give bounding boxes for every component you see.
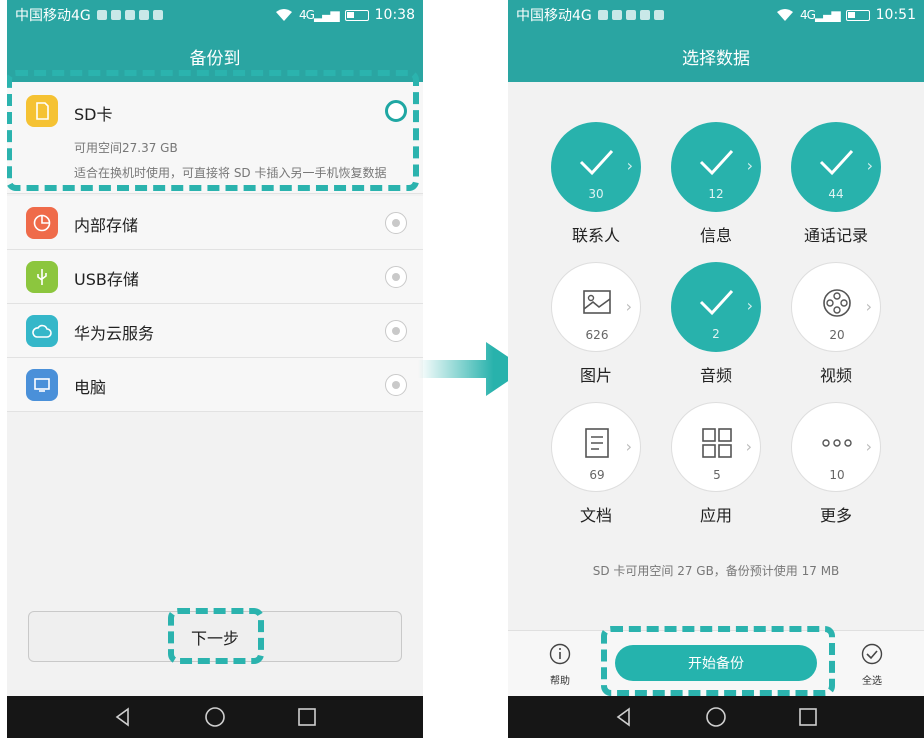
- wifi-icon: [276, 9, 293, 21]
- item-toggle[interactable]: › 69: [551, 402, 641, 492]
- back-icon[interactable]: [614, 707, 634, 727]
- item-toggle[interactable]: › 44: [791, 122, 881, 212]
- info-icon: [549, 643, 571, 665]
- radio-unselected[interactable]: [385, 266, 407, 288]
- option-computer[interactable]: 电脑: [7, 358, 423, 412]
- item-count: 20: [829, 328, 845, 342]
- select-all-label: 全选: [862, 676, 882, 687]
- radio-unselected[interactable]: [385, 320, 407, 342]
- option-label: USB存储: [74, 270, 139, 289]
- cloud-icon: [26, 315, 58, 347]
- item-label: 联系人: [571, 226, 620, 245]
- item-count: 2: [712, 327, 720, 341]
- help-button[interactable]: 帮助: [530, 643, 590, 687]
- recents-icon[interactable]: [798, 707, 818, 727]
- home-icon[interactable]: [204, 706, 226, 728]
- signal-icon: 4G▂▄▆: [299, 8, 340, 22]
- back-icon[interactable]: [113, 707, 133, 727]
- check-circle-icon: [861, 643, 883, 665]
- chevron-right-icon: ›: [865, 437, 872, 456]
- item-toggle[interactable]: › 2: [671, 262, 761, 352]
- clock: 10:51: [875, 7, 916, 23]
- highlight-start-backup: [601, 626, 835, 696]
- notification-icons: [96, 10, 163, 20]
- monitor-icon: [26, 369, 58, 401]
- item-label: 图片: [579, 366, 612, 385]
- recents-icon[interactable]: [297, 707, 317, 727]
- item-label: 文档: [579, 506, 612, 525]
- item-label: 应用: [699, 506, 732, 525]
- select-all-button[interactable]: 全选: [842, 643, 902, 687]
- more-dots-icon: [822, 439, 852, 447]
- check-icon: [579, 149, 614, 176]
- carrier-label: 中国移动4G: [516, 8, 592, 24]
- backup-destination-screen: 中国移动4G 4G▂▄▆ 10:38 备份到 SD卡 可用空间27.37 GB …: [7, 0, 423, 738]
- status-bar: 中国移动4G 4G▂▄▆ 10:38: [7, 0, 423, 30]
- option-label: 电脑: [74, 378, 107, 397]
- item-toggle[interactable]: › 626: [551, 262, 641, 352]
- item-count: 12: [708, 187, 724, 201]
- chevron-right-icon: ›: [865, 297, 872, 316]
- item-label: 音频: [699, 366, 732, 385]
- item-count: 44: [828, 187, 844, 201]
- signal-icon: 4G▂▄▆: [800, 8, 841, 22]
- check-icon: [699, 289, 734, 316]
- chevron-right-icon: ›: [745, 437, 752, 456]
- option-internal-storage[interactable]: 内部存储: [7, 196, 423, 250]
- item-label: 通话记录: [803, 226, 868, 245]
- item-count: 626: [585, 328, 609, 342]
- item-count: 10: [829, 468, 845, 482]
- usb-icon: [26, 261, 58, 293]
- wifi-icon: [777, 9, 794, 21]
- item-label: 视频: [819, 366, 852, 385]
- chevron-right-icon: ›: [746, 156, 753, 175]
- item-toggle[interactable]: › 12: [671, 122, 761, 212]
- highlight-next-button: [168, 608, 264, 664]
- notification-icons: [597, 10, 664, 20]
- item-label: 更多: [819, 506, 852, 525]
- film-reel-icon: [823, 289, 851, 317]
- page-title: 选择数据: [508, 30, 924, 82]
- pie-chart-icon: [26, 207, 58, 239]
- radio-unselected[interactable]: [385, 374, 407, 396]
- image-icon: [583, 290, 611, 314]
- storage-estimate: SD 卡可用空间 27 GB，备份预计使用 17 MB: [592, 564, 840, 578]
- item-toggle[interactable]: › 20: [791, 262, 881, 352]
- item-label: 信息: [699, 226, 732, 245]
- select-data-screen: 中国移动4G 4G▂▄▆ 10:51 选择数据 › 30 联系人 › 12 信息…: [508, 0, 924, 738]
- carrier-label: 中国移动4G: [15, 8, 91, 24]
- item-toggle[interactable]: › 10: [791, 402, 881, 492]
- help-label: 帮助: [550, 676, 570, 687]
- chevron-right-icon: ›: [746, 296, 753, 315]
- chevron-right-icon: ›: [866, 156, 873, 175]
- item-toggle[interactable]: › 30: [551, 122, 641, 212]
- system-nav-bar: [7, 696, 423, 738]
- status-bar: 中国移动4G 4G▂▄▆ 10:51: [508, 0, 924, 30]
- clock: 10:38: [374, 7, 415, 23]
- apps-grid-icon: [702, 428, 732, 458]
- item-count: 30: [588, 187, 604, 201]
- check-icon: [819, 149, 854, 176]
- option-huawei-cloud[interactable]: 华为云服务: [7, 304, 423, 358]
- highlight-sd-card: [7, 70, 419, 191]
- option-label: 内部存储: [74, 216, 139, 235]
- document-icon: [585, 428, 609, 458]
- item-count: 5: [713, 468, 721, 482]
- home-icon[interactable]: [705, 706, 727, 728]
- option-usb-storage[interactable]: USB存储: [7, 250, 423, 304]
- system-nav-bar: [508, 696, 924, 738]
- check-icon: [699, 149, 734, 176]
- item-toggle[interactable]: › 5: [671, 402, 761, 492]
- battery-icon: [845, 9, 870, 21]
- chevron-right-icon: ›: [625, 437, 632, 456]
- radio-unselected[interactable]: [385, 212, 407, 234]
- battery-icon: [344, 9, 369, 21]
- item-count: 69: [589, 468, 605, 482]
- chevron-right-icon: ›: [625, 297, 632, 316]
- option-label: 华为云服务: [74, 324, 155, 343]
- chevron-right-icon: ›: [626, 156, 633, 175]
